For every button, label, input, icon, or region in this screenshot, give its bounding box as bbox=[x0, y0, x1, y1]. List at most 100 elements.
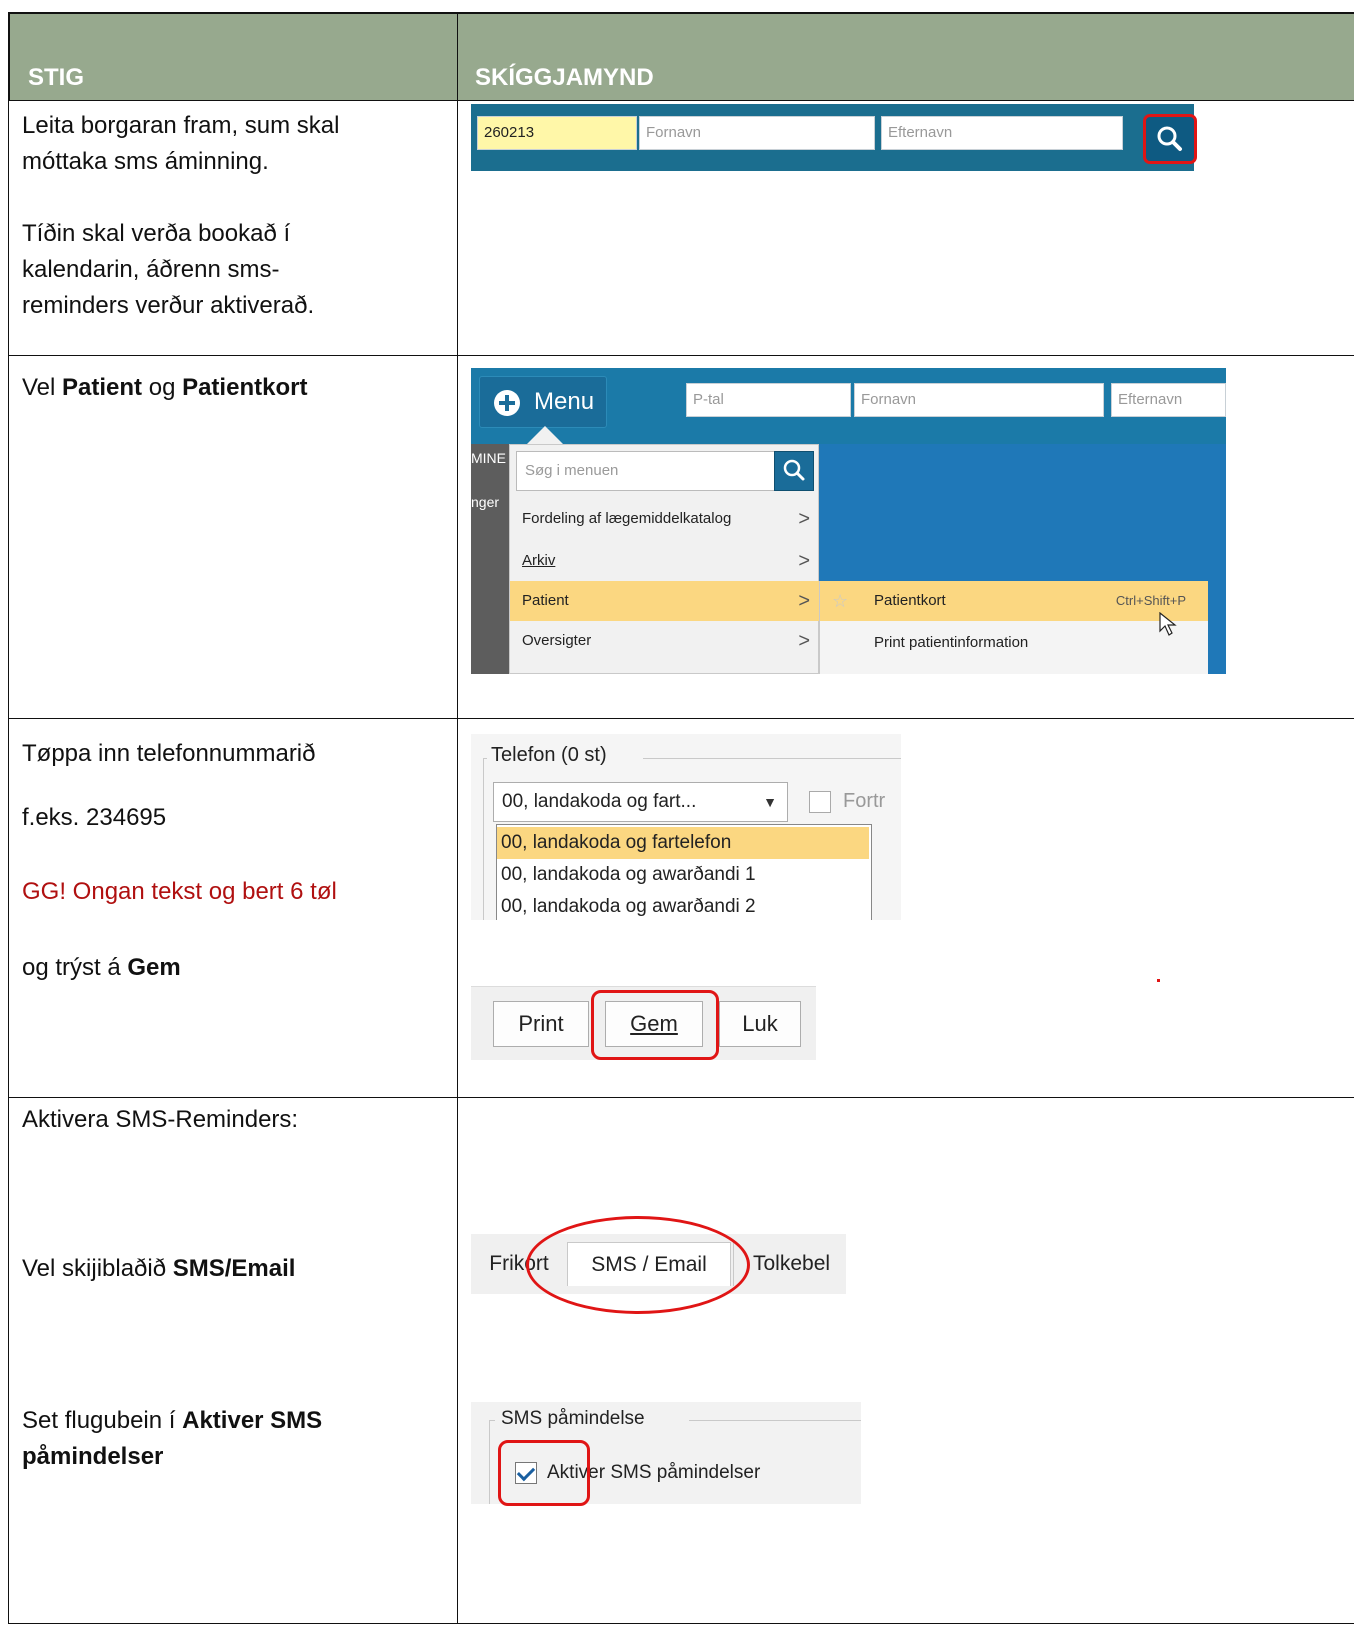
step-text-line: reminders verður aktiverað. bbox=[22, 292, 315, 319]
step-text-bold: Gem bbox=[127, 954, 181, 981]
fornavn-input[interactable]: Fornavn bbox=[639, 116, 875, 150]
top-bar: Menu P-tal Fornavn Efternavn bbox=[471, 368, 1226, 444]
step-1-text: Leita borgaran fram, sum skal móttaka sm… bbox=[22, 108, 339, 324]
table-column-divider bbox=[457, 12, 458, 1624]
step-4-heading: Aktivera SMS-Reminders: bbox=[22, 1106, 299, 1133]
star-icon: ☆ bbox=[832, 591, 849, 611]
mouse-cursor-icon bbox=[1159, 612, 1177, 636]
step-text-line: Tíðin skal verða bookað í bbox=[22, 220, 291, 247]
red-dot bbox=[1157, 979, 1160, 982]
menu-item-patient[interactable]: Patient > bbox=[510, 581, 820, 621]
header-step: STIG bbox=[28, 64, 85, 91]
step-text: og bbox=[142, 374, 183, 401]
group-border bbox=[483, 758, 484, 920]
step-text: Vel skijiblaðið bbox=[22, 1255, 173, 1282]
group-border bbox=[643, 758, 901, 759]
row-divider bbox=[8, 1097, 1354, 1098]
row-divider bbox=[8, 100, 1354, 101]
step-text: Set flugubein í bbox=[22, 1407, 183, 1434]
highlight-checkbox bbox=[498, 1440, 590, 1506]
menu-button-label: Menu bbox=[534, 388, 595, 415]
group-border bbox=[689, 1420, 861, 1421]
menu-search-button[interactable] bbox=[774, 451, 814, 491]
search-bar-screenshot: 260213 Fornavn Efternavn bbox=[471, 104, 1197, 171]
step-text-line: og trýst á Gem bbox=[22, 950, 337, 986]
step-text-bold: Patient bbox=[62, 374, 143, 401]
phone-type-dropdown: 00, landakoda og fartelefon 00, landakod… bbox=[496, 824, 872, 920]
menu-panel: Søg i menuen Fordeling af lægemiddelkata… bbox=[509, 444, 820, 674]
submenu-item-print[interactable]: Print patientinformation bbox=[820, 623, 1208, 663]
strip-text: nger bbox=[471, 494, 500, 510]
combo-value: 00, landakoda og fart... bbox=[502, 791, 697, 812]
fortrolig-checkbox[interactable] bbox=[809, 791, 831, 813]
step-text-bold: Patientkort bbox=[182, 374, 308, 401]
group-label: SMS påmindelse bbox=[501, 1408, 645, 1429]
submenu-item-patientkort[interactable]: ☆ Patientkort Ctrl+Shift+P bbox=[820, 581, 1208, 621]
dropdown-option[interactable]: 00, landakoda og awarðandi 2 bbox=[497, 891, 869, 920]
dropdown-option[interactable]: 00, landakoda og fartelefon bbox=[497, 827, 869, 859]
group-border bbox=[489, 1420, 490, 1504]
fornavn-input[interactable]: Fornavn bbox=[854, 383, 1104, 417]
efternavn-input[interactable]: Efternavn bbox=[1111, 383, 1226, 417]
row-divider bbox=[8, 718, 1354, 719]
warning-text: GG! Ongan tekst og bert 6 tøl bbox=[22, 878, 337, 905]
step-text-line: kalendarin, áðrenn sms- bbox=[22, 256, 280, 283]
strip-text: MINE bbox=[471, 450, 506, 466]
dropdown-option[interactable]: 00, landakoda og awarðandi 1 bbox=[497, 859, 869, 891]
search-icon bbox=[783, 459, 805, 481]
submenu-item-label: Patientkort bbox=[874, 592, 946, 609]
tab-tolkebehov[interactable]: Tolkebel bbox=[737, 1242, 847, 1286]
table-header: STIG SKÍGGJAMYND bbox=[8, 12, 1354, 100]
submenu-item-label: Print patientinformation bbox=[874, 634, 1029, 651]
search-button[interactable] bbox=[1143, 114, 1197, 164]
row-divider bbox=[8, 355, 1354, 356]
phone-type-combo[interactable]: 00, landakoda og fart... ▼ bbox=[493, 782, 788, 822]
checkbox-label: Fortr bbox=[843, 790, 886, 812]
menu-item-label: Patient bbox=[522, 592, 569, 609]
step-4-check-text: Set flugubein í Aktiver SMS påmindelser bbox=[22, 1403, 322, 1475]
chevron-right-icon: > bbox=[798, 508, 810, 530]
luk-button[interactable]: Luk bbox=[719, 1001, 801, 1047]
menu-item-label: Fordeling af lægemiddelkatalog bbox=[522, 510, 732, 527]
efternavn-input[interactable]: Efternavn bbox=[881, 116, 1123, 150]
step-4-tab-text: Vel skijiblaðið SMS/Email bbox=[22, 1251, 295, 1287]
cpr-input[interactable]: 260213 bbox=[477, 116, 637, 150]
menu-button[interactable]: Menu bbox=[479, 376, 607, 428]
menu-item-fordeling[interactable]: Fordeling af lægemiddelkatalog > bbox=[510, 499, 820, 539]
menu-item-label: Arkiv bbox=[522, 552, 556, 569]
step-text: Vel bbox=[22, 374, 63, 401]
group-label: Telefon (0 st) bbox=[491, 744, 607, 766]
table-border-bottom bbox=[8, 1623, 1354, 1624]
chevron-right-icon: > bbox=[798, 550, 810, 572]
plus-icon bbox=[494, 390, 520, 416]
step-text: og trýst á bbox=[22, 954, 128, 981]
submenu-panel: ☆ Patientkort Ctrl+Shift+P Print patient… bbox=[819, 581, 1208, 674]
step-text-line: móttaka sms áminning. bbox=[22, 148, 269, 175]
step-text-bold: Aktiver SMS bbox=[182, 1407, 323, 1434]
step-3-text: Tøppa inn telefonnummarið f.eks. 234695 … bbox=[22, 736, 337, 986]
menu-screenshot: Menu P-tal Fornavn Efternavn MINE nger S… bbox=[471, 368, 1226, 674]
header-screenshot: SKÍGGJAMYND bbox=[475, 64, 654, 91]
step-text-line: f.eks. 234695 bbox=[22, 804, 167, 831]
menu-item-oversigter[interactable]: Oversigter > bbox=[510, 621, 820, 661]
ptal-input[interactable]: P-tal bbox=[686, 383, 851, 417]
highlight-gem bbox=[591, 990, 719, 1060]
step-2-text: Vel Patient og Patientkort bbox=[22, 370, 307, 406]
menu-item-label: Oversigter bbox=[522, 632, 592, 649]
search-icon bbox=[1157, 126, 1182, 151]
table-border-top bbox=[8, 12, 1354, 14]
dropdown-arrow-icon: ▼ bbox=[763, 794, 777, 810]
chevron-right-icon: > bbox=[798, 590, 810, 612]
table-border-left bbox=[8, 12, 9, 1624]
step-text-line: Tøppa inn telefonnummarið bbox=[22, 740, 316, 767]
chevron-right-icon: > bbox=[798, 630, 810, 652]
instruction-document: STIG SKÍGGJAMYND Leita borgaran fram, su… bbox=[0, 0, 1354, 1630]
step-text-bold: SMS/Email bbox=[172, 1255, 296, 1282]
left-strip: MINE nger bbox=[471, 444, 509, 674]
step-text-bold: påmindelser bbox=[22, 1443, 164, 1470]
menu-search-input[interactable]: Søg i menuen bbox=[516, 451, 781, 491]
menu-item-arkiv[interactable]: Arkiv > bbox=[510, 541, 820, 581]
telefon-screenshot: Telefon (0 st) 00, landakoda og fart... … bbox=[471, 734, 901, 920]
print-button[interactable]: Print bbox=[493, 1001, 589, 1047]
step-text-line: Leita borgaran fram, sum skal bbox=[22, 112, 340, 139]
